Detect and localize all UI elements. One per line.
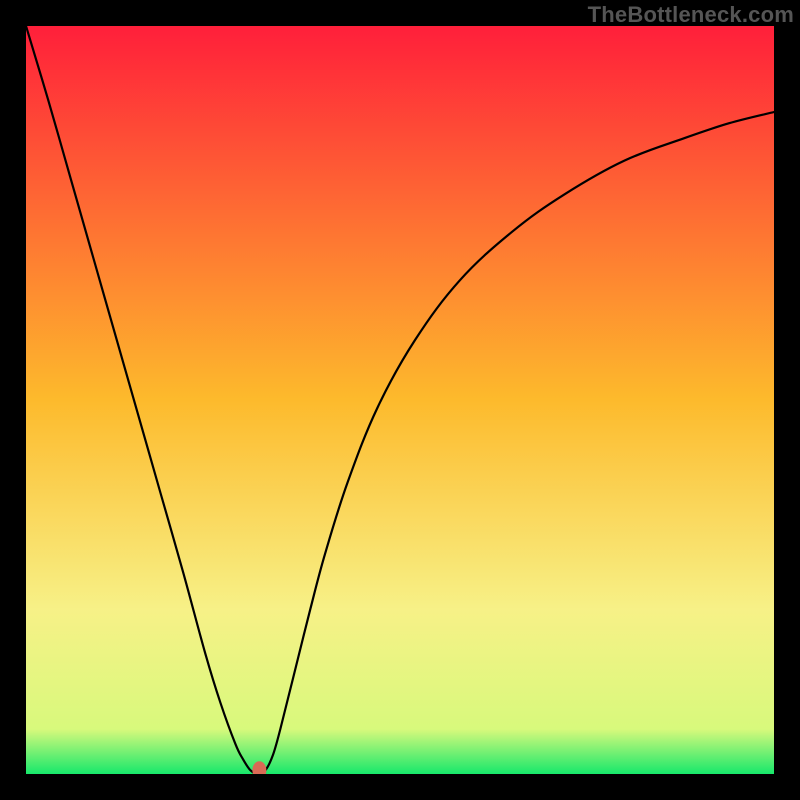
plot-area xyxy=(26,26,774,774)
chart-frame: TheBottleneck.com xyxy=(0,0,800,800)
chart-svg xyxy=(26,26,774,774)
gradient-background xyxy=(26,26,774,774)
watermark-text: TheBottleneck.com xyxy=(588,2,794,28)
